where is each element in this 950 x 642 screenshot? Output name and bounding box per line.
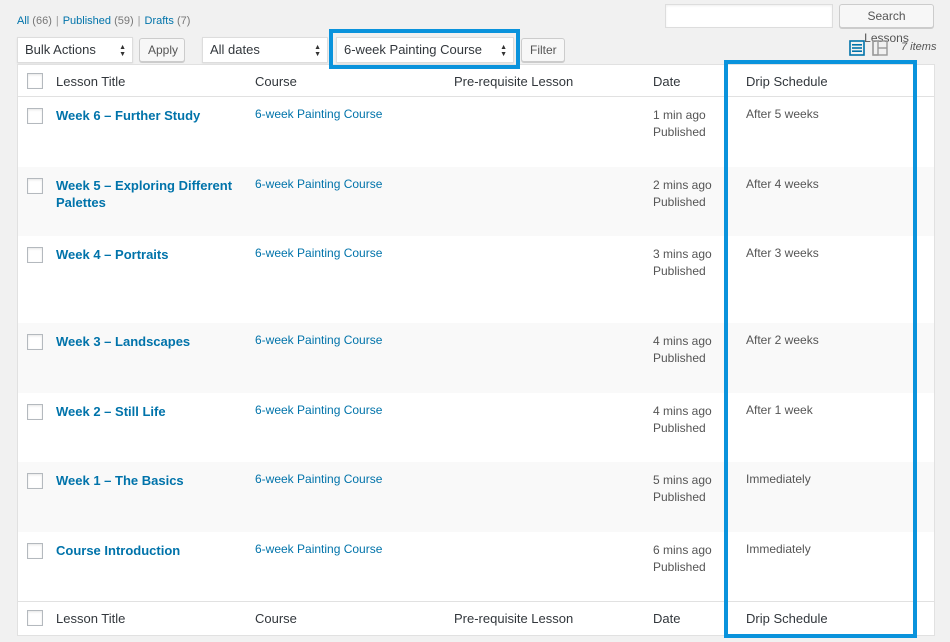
drip-schedule-value: After 5 weeks	[746, 107, 819, 121]
date-ago: 1 min ago	[653, 108, 706, 122]
dates-select[interactable]: All dates ▲ ▼	[202, 37, 328, 63]
lesson-title-link[interactable]: Week 6 – Further Study	[56, 107, 241, 124]
row-checkbox[interactable]	[27, 247, 43, 263]
post-status: Published	[653, 420, 706, 435]
column-footer-date[interactable]: Date	[653, 611, 680, 626]
published-count: (59)	[114, 15, 134, 27]
date-ago: 5 mins ago	[653, 473, 712, 487]
date-ago: 2 mins ago	[653, 177, 712, 192]
drip-schedule-value: Immediately	[746, 541, 811, 556]
course-link[interactable]: 6-week Painting Course	[255, 107, 382, 121]
date-ago: 4 mins ago	[653, 334, 712, 348]
table-row: Week 5 – Exploring Different Palettes 6-…	[18, 166, 934, 236]
table-row: Week 3 – Landscapes 6-week Painting Cour…	[18, 323, 934, 393]
lesson-title-link[interactable]: Course Introduction	[56, 542, 241, 559]
course-link[interactable]: 6-week Painting Course	[255, 333, 382, 347]
post-status: Published	[653, 264, 706, 278]
column-footer-course: Course	[255, 611, 297, 626]
table-header: Lesson Title Course Pre-requisite Lesson…	[18, 65, 934, 97]
lesson-title-link[interactable]: Week 1 – The Basics	[56, 472, 241, 489]
row-checkbox[interactable]	[27, 473, 43, 489]
course-link[interactable]: 6-week Painting Course	[255, 472, 382, 486]
filter-drafts-link[interactable]: Drafts (7)	[145, 15, 191, 27]
date-cell: 1 min ago Published	[653, 107, 706, 141]
status-filter-links: All (66) | Published (59) | Drafts (7)	[17, 15, 190, 27]
bulk-actions-select[interactable]: Bulk Actions ▲ ▼	[17, 37, 133, 63]
column-header-title[interactable]: Lesson Title	[56, 74, 125, 89]
course-filter-value: 6-week Painting Course	[344, 42, 483, 57]
filter-button[interactable]: Filter	[521, 38, 565, 62]
table-row: Week 2 – Still Life 6-week Painting Cour…	[18, 393, 934, 463]
list-view-icon[interactable]	[849, 40, 865, 56]
date-cell: 4 mins ago Published	[653, 403, 712, 437]
updown-arrow-icon: ▲ ▼	[500, 44, 507, 58]
table-row: Week 1 – The Basics 6-week Painting Cour…	[18, 462, 934, 532]
column-footer-drip-schedule: Drip Schedule	[746, 611, 828, 626]
course-link[interactable]: 6-week Painting Course	[255, 542, 382, 556]
search-lessons-button[interactable]: Search Lessons	[839, 4, 934, 45]
drip-schedule-value: After 1 week	[746, 402, 813, 417]
column-header-prerequisite: Pre-requisite Lesson	[454, 74, 574, 89]
table-row: Week 4 – Portraits 6-week Painting Cours…	[18, 236, 934, 323]
column-footer-title[interactable]: Lesson Title	[56, 611, 125, 626]
lesson-title-link[interactable]: Week 5 – Exploring Different Palettes	[56, 177, 241, 211]
date-cell: 2 mins ago Published	[653, 177, 712, 211]
items-count: 7 items	[901, 41, 937, 53]
drip-schedule-value: Immediately	[746, 472, 811, 486]
column-header-drip-schedule: Drip Schedule	[746, 74, 828, 89]
course-link[interactable]: 6-week Painting Course	[255, 403, 382, 417]
date-ago: 3 mins ago	[653, 247, 712, 261]
row-checkbox[interactable]	[27, 177, 43, 194]
search-input[interactable]	[665, 4, 833, 28]
table-row: Course Introduction 6-week Painting Cour…	[18, 532, 934, 602]
date-cell: 6 mins ago Published	[653, 542, 712, 576]
post-status: Published	[653, 559, 706, 574]
updown-arrow-icon: ▲ ▼	[119, 44, 126, 58]
course-link[interactable]: 6-week Painting Course	[255, 246, 382, 260]
row-checkbox[interactable]	[27, 334, 43, 350]
row-checkbox[interactable]	[27, 108, 43, 124]
drip-schedule-value: After 4 weeks	[746, 176, 819, 191]
post-status: Published	[653, 194, 706, 209]
select-all-checkbox[interactable]	[27, 73, 43, 89]
all-count: (66)	[32, 15, 52, 27]
table-row: Week 6 – Further Study 6-week Painting C…	[18, 97, 934, 167]
column-header-course: Course	[255, 74, 297, 89]
row-checkbox[interactable]	[27, 403, 43, 420]
lesson-title-link[interactable]: Week 4 – Portraits	[56, 246, 241, 263]
date-ago: 6 mins ago	[653, 542, 712, 557]
date-cell: 5 mins ago Published	[653, 472, 712, 506]
select-all-checkbox[interactable]	[27, 610, 43, 626]
column-footer-prerequisite: Pre-requisite Lesson	[454, 611, 574, 626]
post-status: Published	[653, 125, 706, 139]
course-filter-select[interactable]: 6-week Painting Course ▲ ▼	[336, 37, 514, 63]
date-ago: 4 mins ago	[653, 403, 712, 418]
date-cell: 3 mins ago Published	[653, 246, 712, 280]
bulk-actions-value: Bulk Actions	[25, 42, 96, 57]
filter-all-link[interactable]: All (66)	[17, 15, 52, 27]
drip-schedule-value: After 2 weeks	[746, 333, 819, 347]
updown-arrow-icon: ▲ ▼	[314, 44, 321, 58]
date-cell: 4 mins ago Published	[653, 333, 712, 367]
drip-schedule-value: After 3 weeks	[746, 246, 819, 260]
separator: |	[137, 15, 141, 27]
row-checkbox[interactable]	[27, 542, 43, 559]
post-status: Published	[653, 490, 706, 504]
course-link[interactable]: 6-week Painting Course	[255, 177, 382, 191]
lessons-table: Lesson Title Course Pre-requisite Lesson…	[17, 64, 935, 636]
apply-button[interactable]: Apply	[139, 38, 185, 62]
lesson-title-link[interactable]: Week 2 – Still Life	[56, 403, 241, 420]
post-status: Published	[653, 351, 706, 365]
column-header-date[interactable]: Date	[653, 74, 680, 89]
dates-value: All dates	[210, 42, 260, 57]
drafts-count: (7)	[176, 15, 191, 27]
excerpt-view-icon[interactable]	[872, 40, 888, 56]
lesson-title-link[interactable]: Week 3 – Landscapes	[56, 333, 241, 350]
separator: |	[55, 15, 59, 27]
filter-published-link[interactable]: Published (59)	[63, 15, 134, 27]
table-footer: Lesson Title Course Pre-requisite Lesson…	[18, 601, 934, 633]
